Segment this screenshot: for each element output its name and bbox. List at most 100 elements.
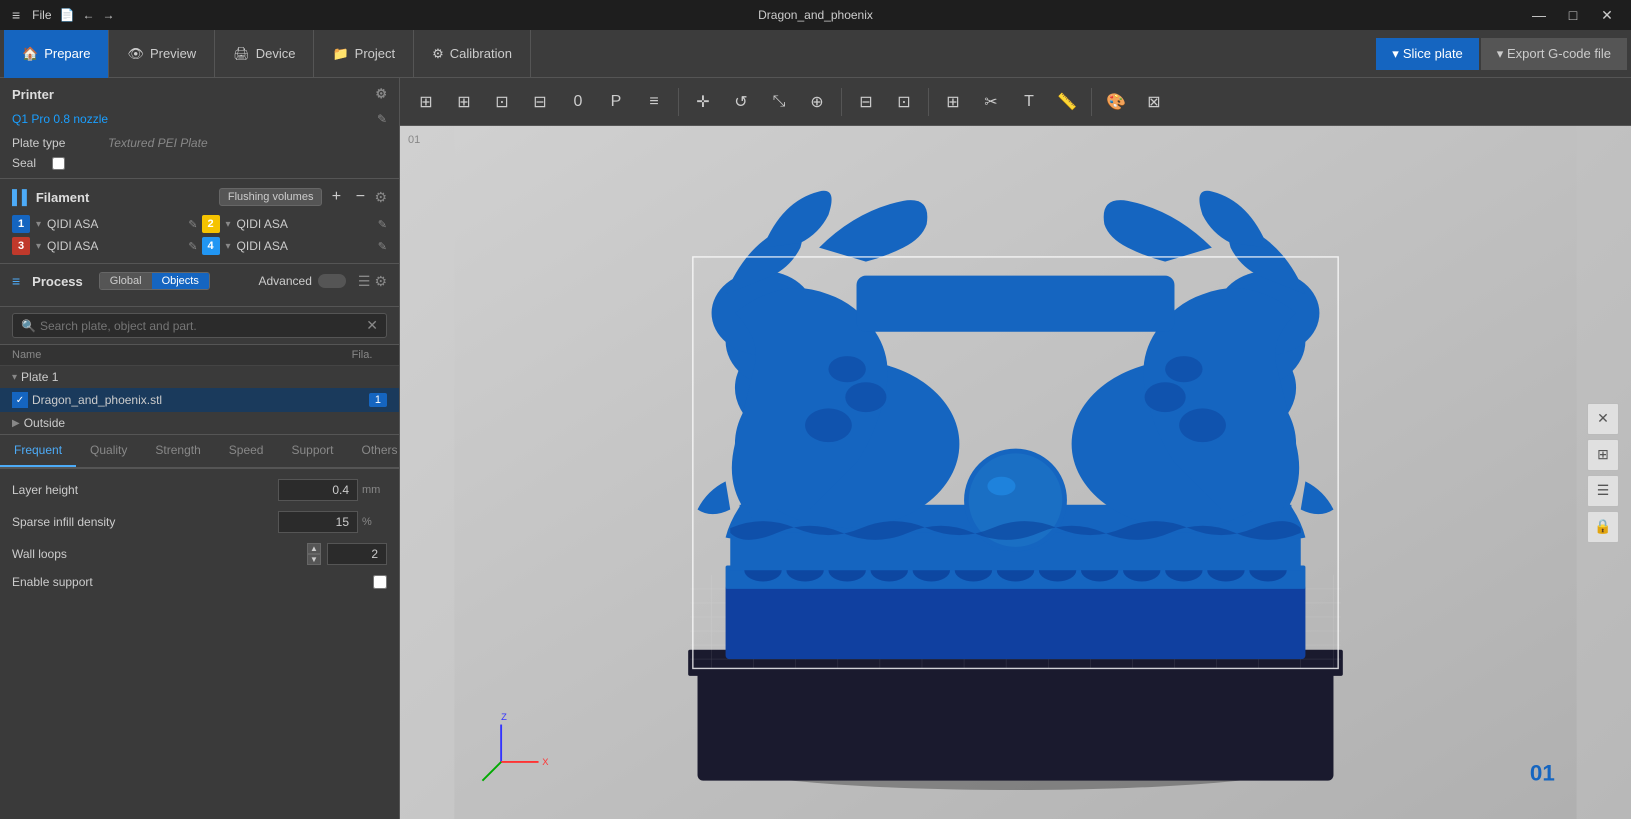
object-row-dragon[interactable]: ✓ Dragon_and_phoenix.stl 1	[0, 388, 399, 412]
forward-icon[interactable]: →	[102, 8, 114, 22]
filament-expand-1: ▾	[36, 219, 41, 230]
tab-speed[interactable]: Speed	[215, 435, 278, 467]
filament-bars-icon: ▌▌	[12, 189, 32, 205]
tab-others[interactable]: Others	[348, 435, 401, 467]
titlebar: ≡ File 📄 ← → Dragon_and_phoenix — □ ✕	[0, 0, 1631, 30]
toolbar-sep-4	[1091, 88, 1092, 116]
process-settings-icon[interactable]: ⚙	[374, 273, 387, 290]
toolbar-support-icon[interactable]: ⊠	[1136, 84, 1172, 120]
sparse-infill-input[interactable]	[278, 511, 358, 533]
toolbar-move-icon[interactable]: ✛	[685, 84, 721, 120]
enable-support-checkbox[interactable]	[373, 575, 387, 589]
search-section: 🔍 ✕	[0, 307, 399, 345]
layer-height-input[interactable]	[278, 479, 358, 501]
filament-name-1[interactable]: QIDI ASA	[47, 217, 184, 231]
flushing-volumes-button[interactable]: Flushing volumes	[219, 188, 323, 206]
filament-edit-2[interactable]: ✎	[378, 218, 387, 231]
filament-item-4: 4 ▾ QIDI ASA ✎	[202, 237, 388, 255]
tab-calibration[interactable]: ⚙ Calibration	[414, 30, 531, 78]
side-lock-button[interactable]: 🔒	[1587, 511, 1619, 543]
plate-expand-arrow: ▾	[12, 372, 17, 383]
add-filament-button[interactable]: +	[326, 187, 346, 207]
toolbar-auto-icon[interactable]: ⊡	[484, 84, 520, 120]
toolbar-sep-2	[841, 88, 842, 116]
toolbar-align-icon[interactable]: ⊟	[522, 84, 558, 120]
objects-toggle-button[interactable]: Objects	[152, 273, 209, 289]
filament-edit-3[interactable]: ✎	[188, 240, 197, 253]
side-layers-button[interactable]: ☰	[1587, 475, 1619, 507]
toolbar-text-icon[interactable]: T	[1011, 84, 1047, 120]
preview-icon: 👁	[127, 46, 144, 62]
minimize-button[interactable]: —	[1523, 0, 1555, 30]
back-icon[interactable]: ←	[82, 8, 94, 22]
global-toggle-button[interactable]: Global	[100, 273, 152, 289]
toolbar-num-icon[interactable]: 0	[560, 84, 596, 120]
tab-quality[interactable]: Quality	[76, 435, 141, 467]
toolbar-plate-icon[interactable]: P	[598, 84, 634, 120]
left-panel: Printer ⚙ Q1 Pro 0.8 nozzle ✎ Plate type…	[0, 78, 400, 819]
main-area: Printer ⚙ Q1 Pro 0.8 nozzle ✎ Plate type…	[0, 78, 1631, 819]
project-icon: 📁	[332, 46, 348, 62]
toolbar-menu-icon[interactable]: ≡	[636, 84, 672, 120]
object-check[interactable]: ✓	[12, 392, 28, 408]
toolbar-add-icon[interactable]: ⊞	[408, 84, 444, 120]
plate-type-value[interactable]: Textured PEI Plate	[108, 136, 208, 150]
filament-name-3[interactable]: QIDI ASA	[47, 239, 184, 253]
tab-prepare[interactable]: 🏠 Prepare	[4, 30, 109, 78]
wall-loops-input[interactable]	[327, 543, 387, 565]
toolbar-scale-icon[interactable]: ⤡	[761, 84, 797, 120]
search-input[interactable]	[40, 319, 362, 333]
list-col-name: Name	[12, 349, 337, 361]
export-gcode-button[interactable]: ▾ Export G-code file	[1481, 38, 1627, 70]
wall-loops-down[interactable]: ▼	[307, 554, 321, 565]
toolbar-place-icon[interactable]: ⊡	[886, 84, 922, 120]
toolbar-orient-icon[interactable]: ⊟	[848, 84, 884, 120]
viewport[interactable]: Z X 01 ✕ ⊞ ☰ 🔒 01	[400, 126, 1631, 819]
device-icon: 🖨	[233, 46, 250, 62]
tab-project[interactable]: 📁 Project	[314, 30, 414, 78]
filament-item-1: 1 ▾ QIDI ASA ✎	[12, 215, 198, 233]
toolbar-snap-icon[interactable]: ⊕	[799, 84, 835, 120]
sparse-infill-unit: %	[362, 516, 387, 528]
layer-height-label: Layer height	[12, 483, 278, 497]
outside-row[interactable]: ▶ Outside	[0, 412, 399, 434]
tab-support[interactable]: Support	[277, 435, 347, 467]
advanced-switch[interactable]	[318, 274, 346, 288]
printer-edit-icon[interactable]: ✎	[377, 112, 387, 126]
seal-checkbox[interactable]	[52, 157, 65, 170]
filament-name-2[interactable]: QIDI ASA	[237, 217, 374, 231]
wall-loops-up[interactable]: ▲	[307, 543, 321, 554]
toolbar-cut-icon[interactable]: ✂	[973, 84, 1009, 120]
slice-plate-button[interactable]: ▾ Slice plate	[1376, 38, 1479, 70]
maximize-button[interactable]: □	[1557, 0, 1589, 30]
tab-device[interactable]: 🖨 Device	[215, 30, 314, 78]
close-button[interactable]: ✕	[1591, 0, 1623, 30]
plate-item-1[interactable]: ▾ Plate 1	[0, 366, 399, 388]
side-close-button[interactable]: ✕	[1587, 403, 1619, 435]
toolbar-sep-1	[678, 88, 679, 116]
advanced-label: Advanced	[259, 274, 312, 288]
object-name: Dragon_and_phoenix.stl	[32, 393, 369, 407]
toolbar-color-icon[interactable]: 🎨	[1098, 84, 1134, 120]
printer-settings-icon[interactable]: ⚙	[375, 86, 387, 102]
filament-edit-4[interactable]: ✎	[378, 240, 387, 253]
toolbar: ⊞ ⊞ ⊡ ⊟ 0 P ≡ ✛ ↺ ⤡ ⊕ ⊟ ⊡ ⊞ ✂ T 📏 🎨 ⊠	[400, 78, 1631, 126]
filament-settings-icon[interactable]: ⚙	[374, 189, 387, 206]
toolbar-rotate-icon[interactable]: ↺	[723, 84, 759, 120]
filament-name-4[interactable]: QIDI ASA	[237, 239, 374, 253]
tab-strength[interactable]: Strength	[141, 435, 214, 467]
file-menu[interactable]: File	[32, 8, 51, 22]
side-view-button[interactable]: ⊞	[1587, 439, 1619, 471]
filament-edit-1[interactable]: ✎	[188, 218, 197, 231]
prepare-label: Prepare	[44, 46, 90, 61]
process-list-icon[interactable]: ☰	[358, 273, 371, 290]
tab-frequent[interactable]: Frequent	[0, 435, 76, 467]
tab-preview[interactable]: 👁 Preview	[109, 30, 215, 78]
search-clear-icon[interactable]: ✕	[366, 317, 378, 334]
toolbar-measure-icon[interactable]: 📏	[1049, 84, 1085, 120]
toolbar-grid-icon[interactable]: ⊞	[446, 84, 482, 120]
project-label: Project	[355, 46, 395, 61]
menu-icon[interactable]: ≡	[8, 7, 24, 23]
toolbar-split-icon[interactable]: ⊞	[935, 84, 971, 120]
remove-filament-button[interactable]: −	[350, 187, 370, 207]
